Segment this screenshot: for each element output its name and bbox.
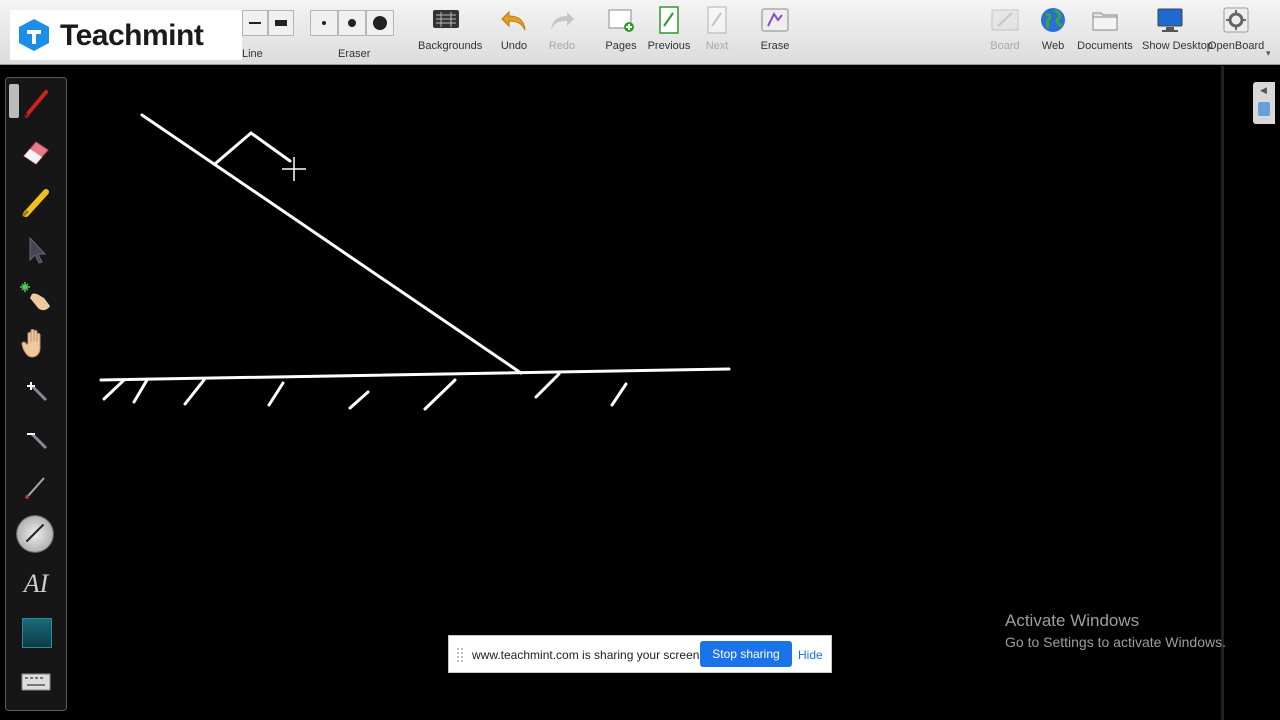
pointer-icon[interactable]: [18, 232, 54, 268]
eraser-medium-button[interactable]: [338, 10, 366, 36]
hatch-mark: [423, 378, 457, 411]
show-desktop-label: Show Desktop: [1142, 40, 1213, 52]
right-palette-tab[interactable]: ◀: [1253, 82, 1275, 124]
backgrounds-label: Backgrounds: [418, 40, 483, 52]
activate-windows-watermark: Activate Windows Go to Settings to activ…: [1005, 611, 1226, 650]
board-icon: [991, 9, 1019, 31]
backgrounds-icon: [433, 10, 459, 28]
previous-icon: [659, 6, 679, 34]
hatch-mark: [534, 372, 561, 399]
teachmint-logo-icon: [19, 19, 49, 51]
hand-icon[interactable]: [18, 326, 54, 362]
library-icon: [1258, 102, 1270, 116]
crosshair-cursor-icon: [282, 157, 306, 181]
overflow-arrow-icon[interactable]: ▾: [1266, 48, 1271, 59]
undo-icon: [501, 10, 526, 31]
drag-grip-icon[interactable]: [457, 648, 463, 662]
watermark-subtitle: Go to Settings to activate Windows.: [1005, 634, 1226, 650]
eraser-small-button[interactable]: [310, 10, 338, 36]
redo-label: Redo: [548, 40, 576, 52]
next-icon: [707, 6, 727, 34]
line-width-group: Line: [242, 10, 296, 60]
line-medium-button[interactable]: [242, 10, 268, 36]
collapse-arrow-icon: ◀: [1260, 85, 1267, 95]
next-label: Next: [705, 40, 729, 52]
hatch-mark: [183, 378, 206, 406]
eraser-icon[interactable]: [18, 134, 54, 170]
eraser-label: Eraser: [338, 48, 371, 60]
redo-button[interactable]: Redo: [534, 6, 590, 60]
eraser-large-button[interactable]: [366, 10, 394, 36]
screen-share-bar: www.teachmint.com is sharing your screen…: [448, 635, 832, 673]
share-message: www.teachmint.com is sharing your screen…: [472, 648, 703, 662]
erase-icon: [761, 8, 789, 32]
eraser-size-group: Eraser: [310, 10, 396, 60]
zoom-out-icon[interactable]: [18, 420, 54, 456]
hatch-mark: [267, 381, 285, 407]
highlighter-icon[interactable]: [18, 184, 54, 220]
brand-name: Teachmint: [60, 19, 204, 52]
gear-icon: [1223, 7, 1249, 33]
stop-sharing-button[interactable]: Stop sharing: [700, 641, 792, 667]
web-globe-icon: [1041, 8, 1065, 32]
capture-icon[interactable]: [22, 618, 52, 648]
erase-button[interactable]: Erase: [747, 6, 803, 60]
keyboard-icon[interactable]: [18, 664, 54, 700]
zoom-in-icon[interactable]: [18, 372, 54, 408]
redo-icon: [551, 12, 574, 30]
watermark-title: Activate Windows: [1005, 611, 1140, 630]
line-thick-button[interactable]: [268, 10, 294, 36]
erase-label: Erase: [760, 40, 790, 52]
pages-add-icon: [608, 9, 634, 32]
top-toolbar: Teachmint Line Eraser Backgrounds Undo R…: [0, 0, 1280, 65]
line-label: Line: [242, 48, 263, 60]
ground-line: [99, 367, 731, 382]
documents-button[interactable]: Documents: [1077, 6, 1133, 60]
hide-button[interactable]: Hide: [798, 648, 823, 662]
documents-folder-icon: [1092, 12, 1118, 31]
pipette-icon[interactable]: [18, 468, 54, 504]
incline-line: [140, 113, 523, 375]
web-button[interactable]: Web: [1025, 6, 1081, 60]
text-tool-icon[interactable]: AI: [18, 566, 54, 602]
teachmint-logo: Teachmint: [10, 10, 242, 60]
left-tool-palette: AI: [5, 77, 67, 711]
hatch-mark: [132, 378, 149, 404]
hatch-mark: [102, 378, 126, 401]
pen-icon[interactable]: [18, 86, 54, 122]
web-label: Web: [1041, 40, 1065, 52]
openboard-label: OpenBoard: [1208, 40, 1265, 52]
documents-label: Documents: [1077, 40, 1133, 52]
line-tool-icon[interactable]: [17, 516, 53, 552]
hatch-mark: [348, 390, 370, 410]
show-desktop-button[interactable]: Show Desktop: [1142, 6, 1213, 60]
openboard-button[interactable]: OpenBoard: [1208, 6, 1264, 60]
desktop-monitor-icon: [1157, 8, 1183, 32]
backgrounds-button[interactable]: Backgrounds: [418, 6, 483, 60]
laser-hand-icon[interactable]: [18, 278, 54, 314]
next-button[interactable]: Next: [689, 6, 745, 60]
hatch-mark: [610, 382, 628, 407]
right-angle-marker: [214, 131, 292, 165]
